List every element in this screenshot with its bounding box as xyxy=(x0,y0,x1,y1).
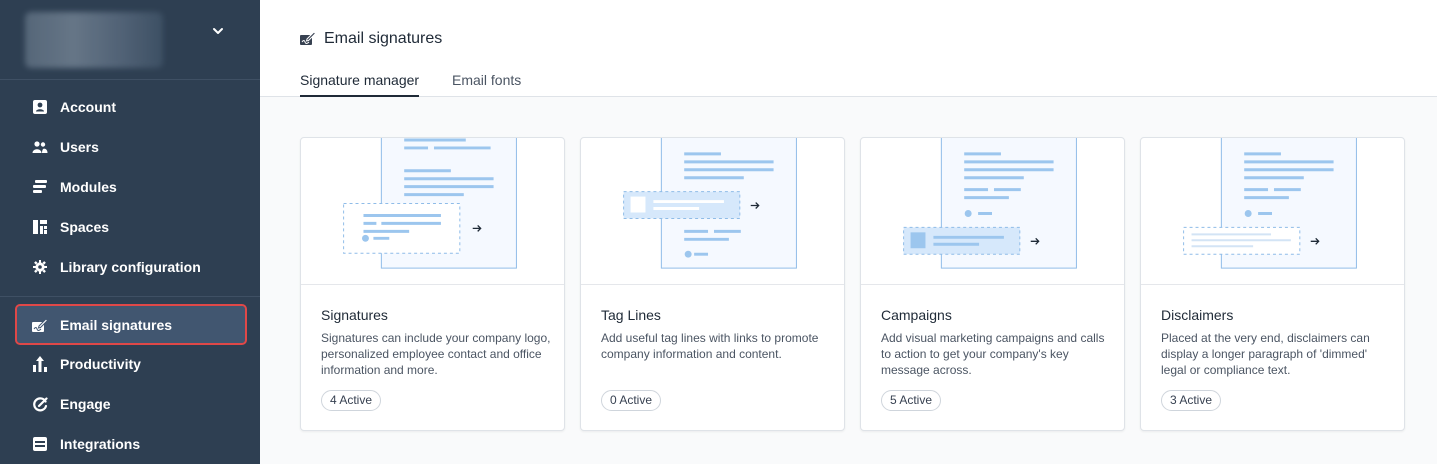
sidebar: Account Users Modules Spaces Library con… xyxy=(0,0,260,464)
disclaimers-illustration xyxy=(1141,138,1404,285)
status-badge: 4 Active xyxy=(321,390,382,411)
spaces-icon xyxy=(32,219,48,235)
sidebar-item-label: Spaces xyxy=(60,219,110,235)
card-description: Placed at the very end, disclaimers can … xyxy=(1161,331,1370,377)
card-campaigns[interactable]: Campaigns Add visual marketing campaigns… xyxy=(860,137,1125,431)
productivity-icon xyxy=(32,356,48,372)
sidebar-item-label: Modules xyxy=(60,179,117,195)
card-title: Tag Lines xyxy=(601,307,661,323)
sidebar-item-label: Productivity xyxy=(60,356,141,372)
card-description: Signatures can include your company logo… xyxy=(321,331,551,377)
main-content: Email signatures Signature manager Email… xyxy=(260,0,1437,464)
account-icon xyxy=(32,99,48,115)
sidebar-item-label: Integrations xyxy=(60,436,141,452)
card-title: Campaigns xyxy=(881,307,952,323)
modules-icon xyxy=(32,179,48,195)
sidebar-item-label: Engage xyxy=(60,396,111,412)
sidebar-item-engage[interactable]: Engage xyxy=(0,384,260,424)
card-disclaimers[interactable]: Disclaimers Placed at the very end, disc… xyxy=(1140,137,1405,431)
card-description: Add visual marketing campaigns and calls… xyxy=(881,331,1105,377)
signature-icon xyxy=(32,317,48,333)
integrations-icon xyxy=(32,436,48,452)
users-icon xyxy=(32,139,48,155)
status-badge: 3 Active xyxy=(1161,390,1222,411)
tab-email-fonts[interactable]: Email fonts xyxy=(452,72,521,97)
sidebar-item-users[interactable]: Users xyxy=(0,127,260,167)
sidebar-item-label: Users xyxy=(60,139,99,155)
sidebar-divider xyxy=(0,296,260,297)
sidebar-item-label: Account xyxy=(60,99,116,115)
page-title-text: Email signatures xyxy=(324,30,443,47)
sidebar-item-productivity[interactable]: Productivity xyxy=(0,344,260,384)
tag-lines-illustration xyxy=(581,138,844,285)
card-signatures[interactable]: Signatures Signatures can include your c… xyxy=(300,137,565,431)
chevron-down-icon[interactable] xyxy=(211,24,225,38)
sidebar-item-spaces[interactable]: Spaces xyxy=(0,207,260,247)
sidebar-item-account[interactable]: Account xyxy=(0,87,260,127)
signature-icon xyxy=(300,31,316,47)
card-description: Add useful tag lines with links to promo… xyxy=(601,331,819,361)
card-title: Signatures xyxy=(321,307,388,323)
sidebar-item-label: Library configuration xyxy=(60,259,201,275)
sidebar-item-library-configuration[interactable]: Library configuration xyxy=(0,247,260,287)
card-tag-lines[interactable]: Tag Lines Add useful tag lines with link… xyxy=(580,137,845,431)
sidebar-item-modules[interactable]: Modules xyxy=(0,167,260,207)
engage-icon xyxy=(32,396,48,412)
status-badge: 5 Active xyxy=(881,390,942,411)
org-logo xyxy=(25,12,163,68)
signatures-illustration xyxy=(301,138,564,285)
org-switcher[interactable] xyxy=(0,0,260,80)
page-header: Email signatures Signature manager Email… xyxy=(260,0,1437,97)
tab-signature-manager[interactable]: Signature manager xyxy=(300,72,420,97)
gear-icon xyxy=(32,259,48,275)
sidebar-item-email-signatures[interactable]: Email signatures xyxy=(15,304,247,345)
card-title: Disclaimers xyxy=(1161,307,1234,323)
campaigns-illustration xyxy=(861,138,1124,285)
status-badge: 0 Active xyxy=(601,390,662,411)
page-title: Email signatures xyxy=(300,30,442,48)
sidebar-item-integrations[interactable]: Integrations xyxy=(0,424,260,464)
sidebar-item-label: Email signatures xyxy=(60,316,173,333)
